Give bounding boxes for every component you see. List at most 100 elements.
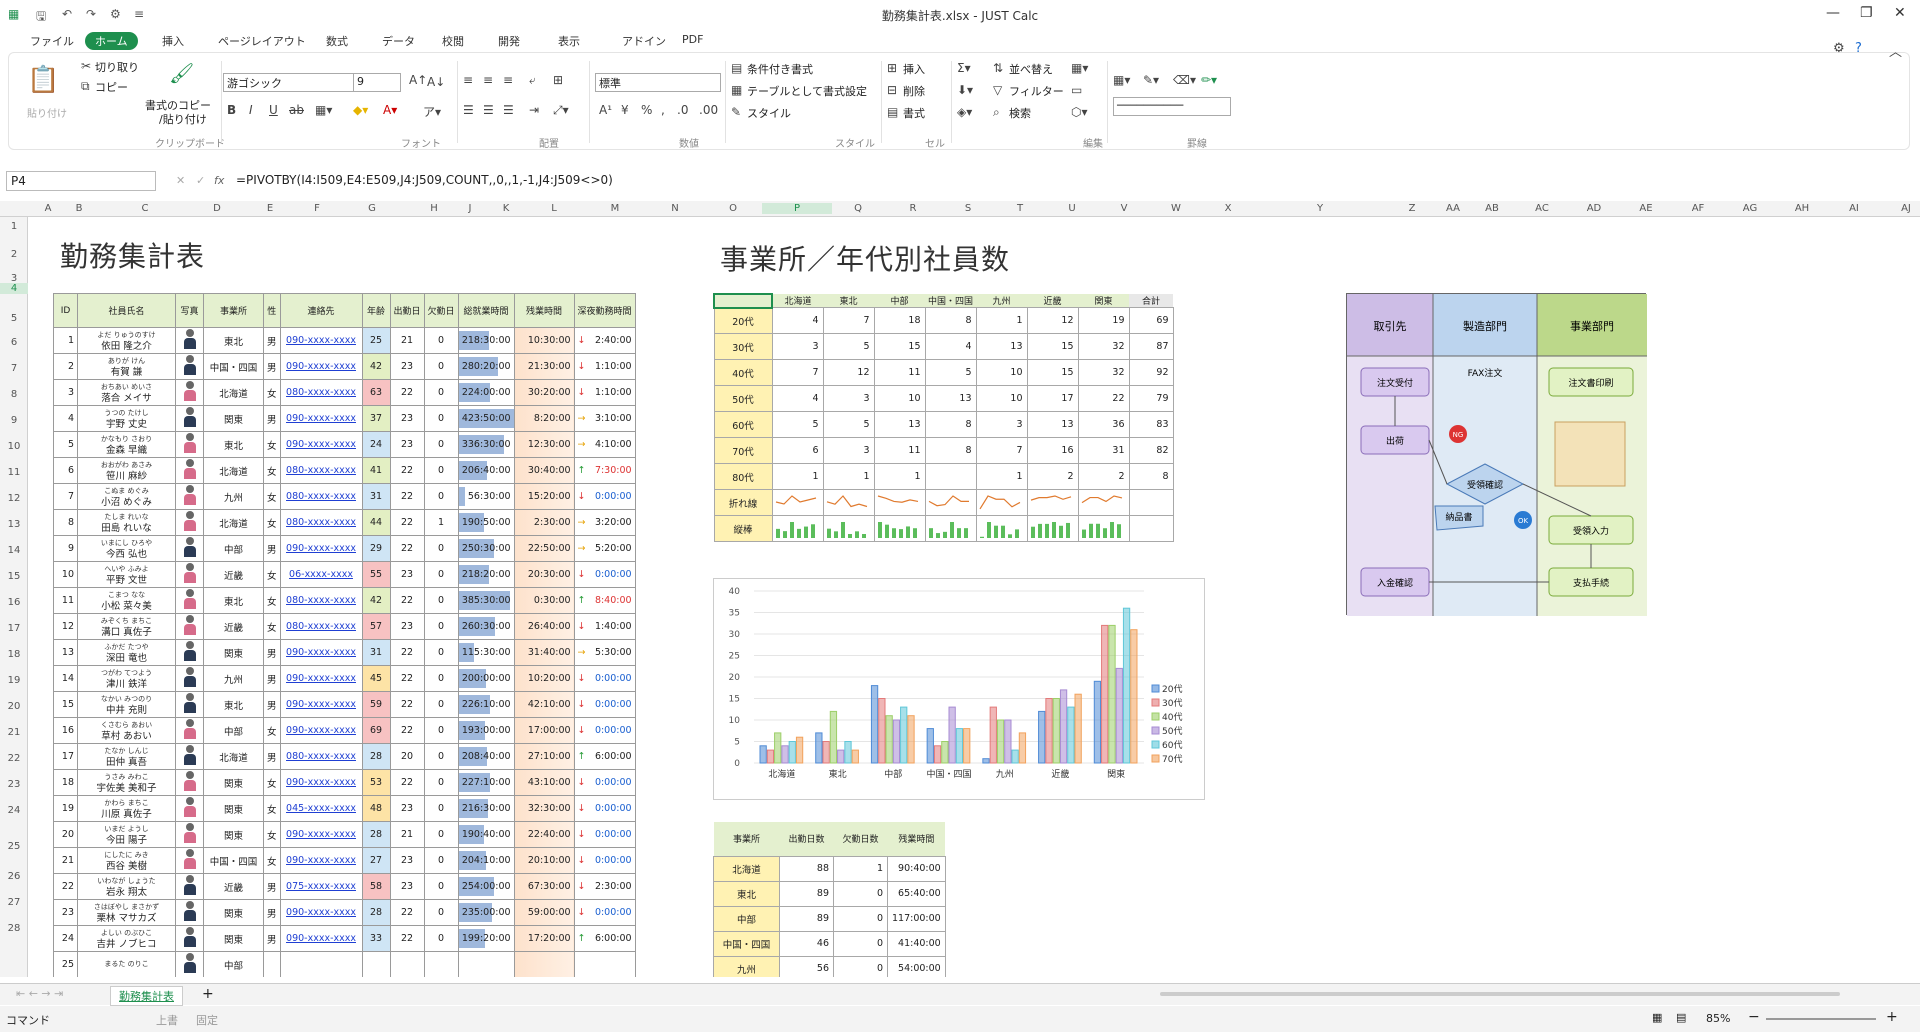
pivot-col-header[interactable]: 東北 — [823, 294, 874, 308]
cell-name[interactable]: うさみ みわこ 宇佐美 美和子 — [77, 769, 176, 796]
format-cell-button[interactable]: 書式 — [903, 105, 925, 121]
line-style-select[interactable]: ────────── — [1113, 97, 1231, 116]
cell-office[interactable]: 北海道 — [203, 457, 264, 484]
cell-work-days[interactable]: 23 — [389, 405, 425, 432]
pen-icon[interactable]: ✎▾ — [1143, 73, 1159, 87]
align-middle-icon[interactable]: ≡ — [483, 73, 493, 87]
row-header-2[interactable]: 2 — [0, 249, 28, 260]
cell-sex[interactable]: 女 — [263, 587, 281, 614]
cell-night[interactable]: → 3:20:00 — [573, 509, 636, 536]
shrink-font-icon[interactable]: A↓ — [427, 75, 445, 89]
cell-total-hours[interactable]: 385:30:00 — [457, 587, 515, 614]
format-cell-icon[interactable]: ▤ — [887, 105, 898, 119]
cell-id[interactable]: 8 — [53, 509, 78, 536]
sparkline-label[interactable]: 折れ線 — [713, 489, 773, 516]
main-header-9[interactable]: 総就業時間 — [457, 293, 515, 328]
cell-total-hours[interactable]: 190:50:00 — [457, 509, 515, 536]
tab-2[interactable]: 挿入 — [162, 33, 184, 49]
cell-age[interactable]: 37 — [361, 405, 391, 432]
cell-absent-days[interactable]: 0 — [423, 769, 459, 796]
pivot-cell[interactable]: 2 — [1026, 463, 1079, 490]
cell-office[interactable]: 北海道 — [203, 379, 264, 406]
cell-tel-link[interactable]: 045-xxxx-xxxx — [279, 795, 363, 822]
pivot-cell[interactable]: 1 — [975, 307, 1028, 334]
tab-1[interactable]: ホーム — [85, 32, 138, 50]
pivot-row-label[interactable]: 80代 — [713, 463, 773, 490]
cell-id[interactable]: 16 — [53, 717, 78, 744]
summary-cell[interactable]: 0 — [833, 955, 888, 977]
percent-icon[interactable]: % — [641, 103, 652, 117]
table-icon[interactable]: ▦▾ — [1071, 61, 1088, 75]
cell-office[interactable]: 九州 — [203, 483, 264, 510]
summary-header[interactable]: 残業時間 — [887, 822, 946, 856]
summary-cell[interactable]: 46 — [779, 930, 834, 957]
cell-office[interactable]: 中部 — [203, 951, 264, 977]
cell-name[interactable]: よしい のぶひこ 吉井 ノブヒコ — [77, 925, 176, 952]
pivot-cell[interactable]: 13 — [1026, 411, 1079, 438]
col-header-AJ[interactable]: AJ — [1880, 203, 1920, 214]
cell-work-days[interactable]: 21 — [389, 327, 425, 354]
cut-icon[interactable]: ✂ — [81, 59, 91, 73]
summary-cell[interactable]: 九州 — [713, 955, 780, 977]
pivot-cell[interactable]: 92 — [1128, 359, 1174, 386]
cell-id[interactable]: 23 — [53, 899, 78, 926]
cond-format-icon[interactable]: ▤ — [731, 61, 742, 75]
underline-icon[interactable]: U — [269, 103, 278, 117]
pivot-cell[interactable]: 8 — [924, 411, 977, 438]
border-grid-icon[interactable]: ▦▾ — [1113, 73, 1130, 87]
cell-absent-days[interactable]: 0 — [423, 535, 459, 562]
cell-work-days[interactable]: 20 — [389, 743, 425, 770]
cell-overtime[interactable]: 27:10:00 — [513, 743, 575, 770]
cell-overtime[interactable]: 15:20:00 — [513, 483, 575, 510]
pivot-col-header[interactable]: 北海道 — [772, 294, 823, 308]
cell-night[interactable]: ↓ 0:00:00 — [573, 483, 636, 510]
pivot-cell[interactable]: 7 — [822, 307, 875, 334]
cell-overtime[interactable]: 8:20:00 — [513, 405, 575, 432]
cell-night[interactable]: ↓ 1:10:00 — [573, 379, 636, 406]
summary-cell[interactable]: 56 — [779, 955, 834, 977]
main-header-7[interactable]: 出勤日 — [389, 293, 425, 328]
cell-age[interactable]: 63 — [361, 379, 391, 406]
cell-night[interactable]: → 5:30:00 — [573, 639, 636, 666]
cell-sex[interactable]: 女 — [263, 483, 281, 510]
cell-office[interactable]: 関東 — [203, 769, 264, 796]
cell-overtime[interactable]: 20:30:00 — [513, 561, 575, 588]
pivot-col-header[interactable]: 関東 — [1078, 294, 1129, 308]
align-left-icon[interactable]: ☰ — [463, 103, 474, 117]
cell-overtime[interactable]: 0:30:00 — [513, 587, 575, 614]
pivot-cell[interactable]: 1 — [771, 463, 824, 490]
col-header-AF[interactable]: AF — [1672, 203, 1724, 214]
cell-night[interactable]: ↓ 0:00:00 — [573, 795, 636, 822]
cell-sex[interactable]: 女 — [263, 457, 281, 484]
col-header-R[interactable]: R — [884, 203, 942, 214]
pivot-cell[interactable]: 3 — [822, 437, 875, 464]
col-header-C[interactable]: C — [90, 203, 200, 214]
cell-id[interactable]: 17 — [53, 743, 78, 770]
cell-total-hours[interactable]: 208:40:00 — [457, 743, 515, 770]
formula-input[interactable]: =PIVOTBY(I4:I509,E4:E509,J4:J509,COUNT,,… — [232, 171, 1862, 191]
italic-icon[interactable]: I — [249, 103, 253, 117]
cell-age[interactable]: 42 — [361, 353, 391, 380]
cell-absent-days[interactable]: 0 — [423, 587, 459, 614]
cell-tel-link[interactable]: 090-xxxx-xxxx — [279, 717, 363, 744]
col-header-K[interactable]: K — [488, 203, 524, 214]
main-header-4[interactable]: 性 — [263, 293, 281, 328]
cell-name[interactable]: たなか しんじ 田仲 真吾 — [77, 743, 176, 770]
cell-sex[interactable]: 男 — [263, 925, 281, 952]
cell-office[interactable]: 近畿 — [203, 873, 264, 900]
filter-icon[interactable]: ▽ — [993, 83, 1002, 97]
col-header-T[interactable]: T — [994, 203, 1046, 214]
cell-absent-days[interactable]: 0 — [423, 639, 459, 666]
copy-button[interactable]: コピー — [95, 79, 128, 95]
pivot-row-label[interactable]: 70代 — [713, 437, 773, 464]
cell-total-hours[interactable]: 250:30:00 — [457, 535, 515, 562]
font-name-select[interactable]: 游ゴシック — [223, 73, 355, 92]
cell-night[interactable]: ↓ 0:00:00 — [573, 821, 636, 848]
col-header-AH[interactable]: AH — [1776, 203, 1828, 214]
summary-cell[interactable]: 88 — [779, 855, 834, 882]
main-header-2[interactable]: 写真 — [175, 293, 204, 328]
cell-tel-link[interactable]: 090-xxxx-xxxx — [279, 821, 363, 848]
cell-sex[interactable]: 男 — [263, 327, 281, 354]
col-header-J[interactable]: J — [452, 203, 488, 214]
pivot-cell[interactable]: 87 — [1128, 333, 1174, 360]
